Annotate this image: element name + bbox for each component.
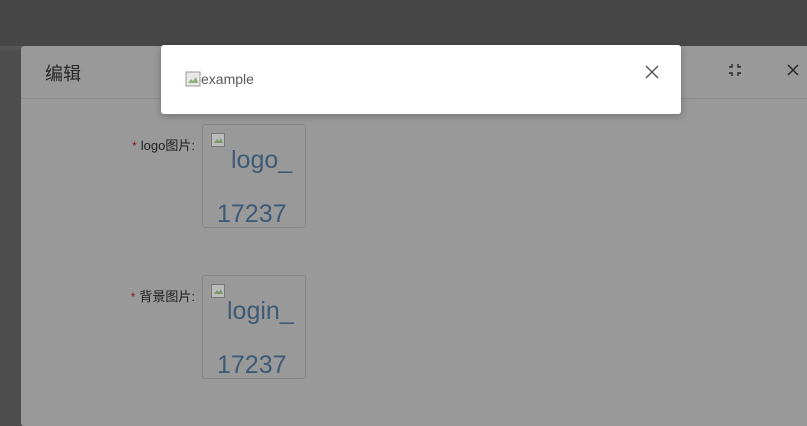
background-image-alt-line1: login_ (227, 297, 294, 325)
preview-close-icon[interactable] (645, 65, 659, 79)
background-image-alt-line2: 17237 (217, 351, 287, 379)
logo-image-alt-line1: logo_ (231, 146, 293, 174)
form-label-text: logo图片: (140, 138, 195, 153)
required-mark: * (132, 139, 137, 153)
edit-dialog-title: 编辑 (45, 64, 81, 84)
form-label-background: * 背景图片: (131, 286, 195, 305)
broken-image-icon (185, 71, 201, 87)
logo-image-alt-line2: 17237 (217, 200, 287, 228)
broken-image-icon (211, 133, 225, 147)
image-preview-modal: example (161, 45, 681, 114)
preview-image: example (185, 71, 254, 87)
logo-image-card[interactable]: logo_ 17237 (202, 124, 306, 228)
background-image-card[interactable]: login_ 17237 (202, 275, 306, 379)
broken-image-icon (211, 284, 225, 298)
preview-image-alt: example (201, 71, 254, 87)
app-header-background (0, 0, 807, 46)
fullscreen-icon[interactable] (727, 62, 745, 80)
edit-dialog-close-icon[interactable] (785, 62, 803, 80)
form-label-logo: * logo图片: (132, 135, 195, 154)
form-label-text: 背景图片: (139, 289, 195, 304)
required-mark: * (130, 290, 136, 304)
